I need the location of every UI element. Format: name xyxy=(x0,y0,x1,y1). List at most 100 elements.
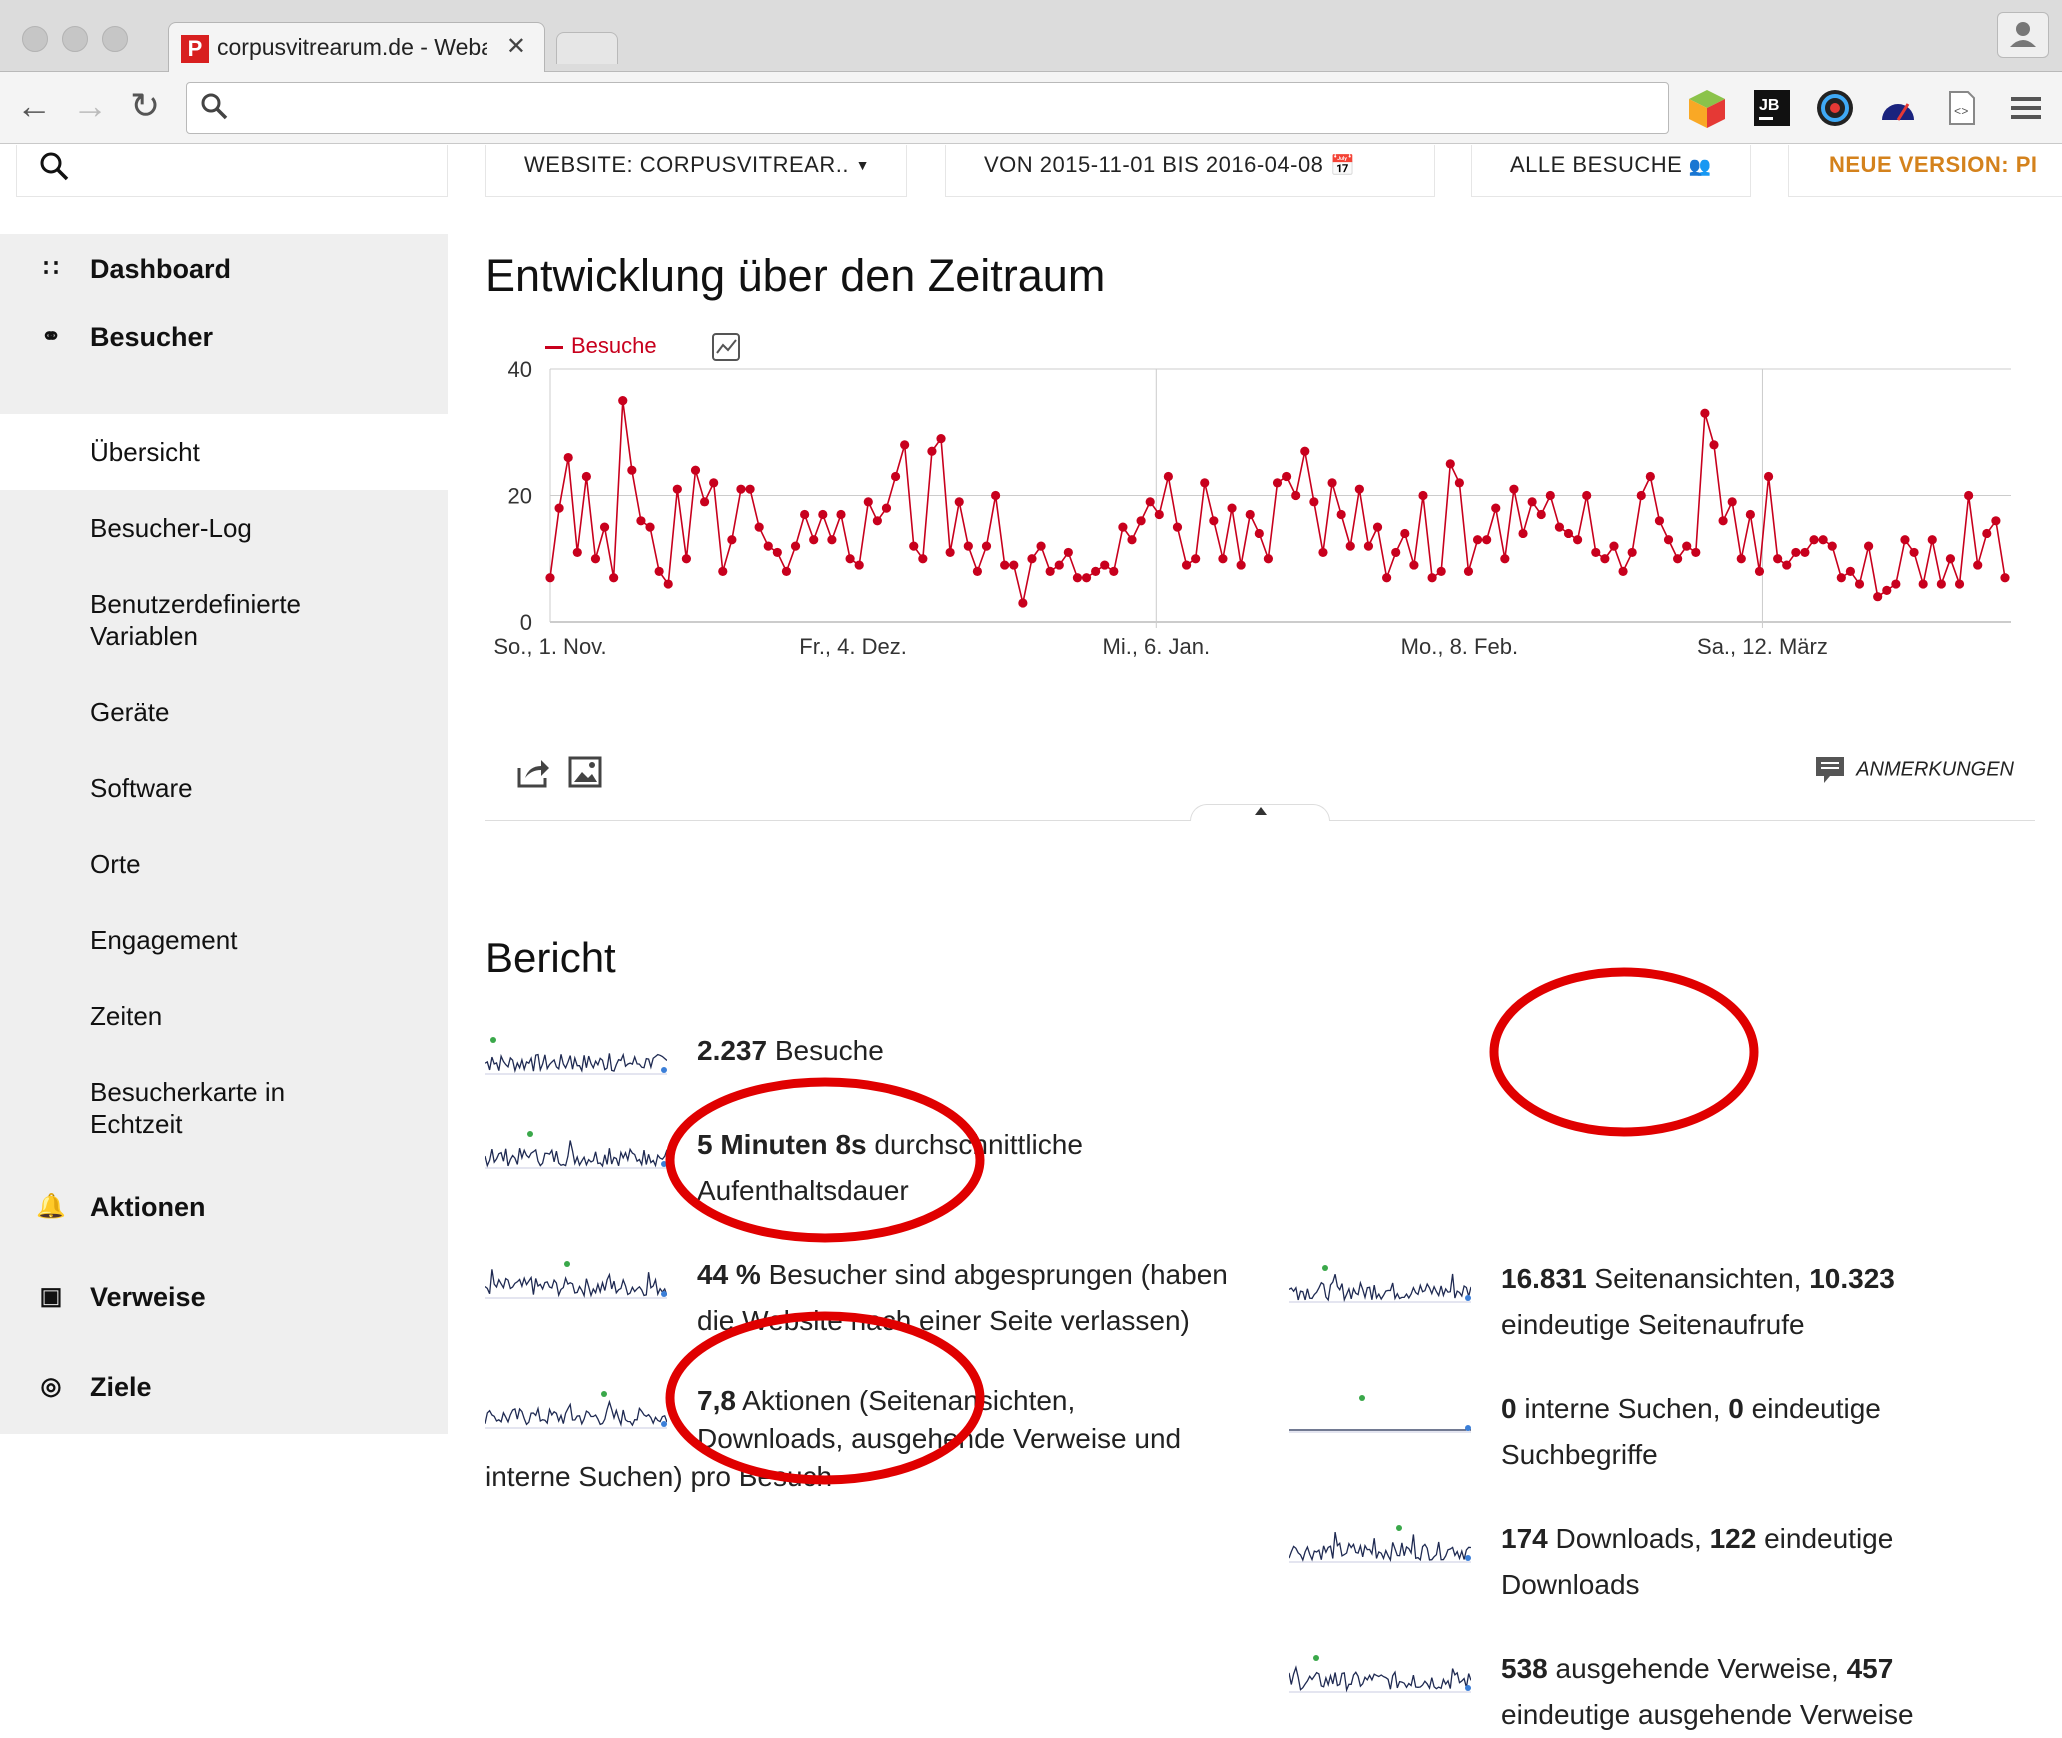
data-point xyxy=(1909,547,1919,558)
data-point xyxy=(1500,554,1510,564)
data-point xyxy=(1973,560,1983,570)
sidebar-subitem-geraete[interactable]: Geräte xyxy=(0,696,448,728)
report-value: 174 xyxy=(1501,1523,1548,1554)
browser-tab[interactable]: P corpusvitrearum.de - Weba ✕ xyxy=(168,22,545,73)
code-page-extension-icon[interactable]: <> xyxy=(1940,86,1984,130)
data-point xyxy=(1582,490,1592,501)
sparkline[interactable] xyxy=(1289,1262,1471,1304)
sparkline[interactable] xyxy=(1289,1522,1471,1564)
data-point xyxy=(1691,547,1701,558)
sidebar-subitem-uebersicht[interactable]: Übersicht xyxy=(0,414,448,490)
data-point xyxy=(990,490,1001,501)
data-point xyxy=(1163,471,1173,482)
sidebar-subitem-software[interactable]: Software xyxy=(0,772,448,804)
collapse-chart-toggle[interactable] xyxy=(1190,804,1330,821)
new-tab-button[interactable] xyxy=(556,32,618,64)
date-range-selector[interactable]: VON 2015-11-01 BIS 2016-04-08 📅 xyxy=(945,145,1435,197)
segment-selector[interactable]: ALLE BESUCHE 👥 xyxy=(1471,145,1751,197)
data-point xyxy=(809,535,819,545)
image-icon[interactable] xyxy=(567,754,603,790)
tab-title: corpusvitrearum.de - Weba xyxy=(217,34,487,60)
export-share-icon[interactable] xyxy=(515,754,551,790)
data-point xyxy=(1245,509,1255,520)
jetbrains-extension-icon[interactable]: JB xyxy=(1750,86,1794,130)
data-point xyxy=(1436,566,1446,576)
sparkline-end-marker xyxy=(661,1161,667,1167)
report-value-secondary: 122 xyxy=(1709,1523,1757,1554)
data-point xyxy=(1218,554,1228,564)
data-point xyxy=(1791,547,1801,558)
data-point xyxy=(800,509,810,520)
sidebar-subitem-besucherkarte[interactable]: Besucherkarte in Echtzeit xyxy=(0,1076,360,1140)
data-point xyxy=(1236,560,1246,570)
window-zoom-dot[interactable] xyxy=(102,26,128,52)
sparkline[interactable] xyxy=(485,1258,667,1300)
sidebar-item-aktionen[interactable]: 🔔 Aktionen xyxy=(0,1172,448,1242)
x-tick-label: So., 1. Nov. xyxy=(493,634,606,659)
sidebar-subitem-orte[interactable]: Orte xyxy=(0,848,448,880)
sparkline-end-marker xyxy=(661,1291,667,1297)
report-title: Bericht xyxy=(485,934,616,981)
new-version-notice[interactable]: NEUE VERSION: PI xyxy=(1788,145,2062,197)
data-point xyxy=(1854,579,1865,589)
data-point xyxy=(1900,535,1910,545)
sidebar-subitem-zeiten[interactable]: Zeiten xyxy=(0,1000,448,1032)
hamburger-menu-icon[interactable] xyxy=(2005,86,2049,130)
address-bar[interactable] xyxy=(186,82,1669,134)
sidebar-subitem-benutzerdefinierte-variablen[interactable]: Benutzerdefinierte Variablen xyxy=(0,588,400,652)
sidebar-subitem-besucher-log[interactable]: Besucher-Log xyxy=(0,512,448,544)
users-icon: 👥 xyxy=(1688,156,1712,176)
data-point xyxy=(1072,573,1083,583)
data-point xyxy=(681,554,692,564)
series-line xyxy=(549,400,2006,604)
window-minimize-dot[interactable] xyxy=(62,26,88,52)
data-point xyxy=(1873,592,1883,602)
website-selector[interactable]: WEBSITE: CORPUSVITREAR.. ▼ xyxy=(485,145,907,197)
window-close-dot[interactable] xyxy=(22,26,48,52)
sidebar-subitem-engagement[interactable]: Engagement xyxy=(0,924,448,956)
data-point xyxy=(1454,478,1464,488)
data-point xyxy=(945,547,955,558)
data-point xyxy=(699,497,710,507)
data-point xyxy=(1000,560,1010,570)
data-point xyxy=(1181,560,1192,570)
sparkline[interactable] xyxy=(1289,1652,1471,1694)
piwik-favicon-icon: P xyxy=(181,35,209,63)
sparkline[interactable] xyxy=(485,1388,667,1430)
data-point xyxy=(1572,535,1583,545)
menu-search[interactable] xyxy=(16,145,448,197)
sparkline[interactable] xyxy=(485,1128,667,1170)
data-point xyxy=(1300,446,1310,456)
data-point xyxy=(1263,554,1274,564)
report-value-secondary: 457 xyxy=(1846,1653,1894,1684)
data-point xyxy=(1718,516,1728,526)
sparkline[interactable] xyxy=(1289,1392,1471,1434)
cube-extension-icon[interactable] xyxy=(1685,86,1729,130)
color-wheel-extension-icon[interactable] xyxy=(1813,86,1857,130)
sparkline-end-marker xyxy=(1465,1685,1471,1691)
comment-icon xyxy=(1816,757,1845,783)
data-point xyxy=(1372,522,1383,532)
data-point xyxy=(1782,560,1792,570)
sidebar-item-dashboard[interactable]: ∷ Dashboard xyxy=(0,234,448,304)
y-tick-label: 40 xyxy=(508,357,532,382)
data-point xyxy=(581,471,591,482)
annotations-button[interactable]: ANMERKUNGEN xyxy=(1814,754,2014,786)
forward-arrow-icon[interactable]: → xyxy=(72,86,108,126)
back-arrow-icon[interactable]: ← xyxy=(16,86,52,126)
sidebar-item-besucher[interactable]: ⚭ Besucher xyxy=(0,302,448,372)
report-value: 538 xyxy=(1501,1653,1548,1684)
tab-close-icon[interactable]: ✕ xyxy=(506,32,526,61)
sparkline[interactable] xyxy=(485,1034,667,1076)
data-point xyxy=(1663,535,1674,545)
data-point xyxy=(890,471,901,482)
report-text: Besucher sind abgesprungen (haben die We… xyxy=(697,1259,1228,1336)
reload-icon[interactable]: ↻ xyxy=(130,86,160,126)
profile-button[interactable] xyxy=(1997,12,2049,58)
report-text: Seitenansichten, xyxy=(1586,1263,1810,1294)
speedometer-extension-icon[interactable] xyxy=(1876,86,1920,130)
new-version-label: NEUE VERSION: PI xyxy=(1829,152,2038,177)
sidebar-item-ziele[interactable]: ◎ Ziele xyxy=(0,1352,448,1422)
sidebar-item-verweise[interactable]: ▣ Verweise xyxy=(0,1262,448,1332)
data-point xyxy=(1736,554,1746,564)
